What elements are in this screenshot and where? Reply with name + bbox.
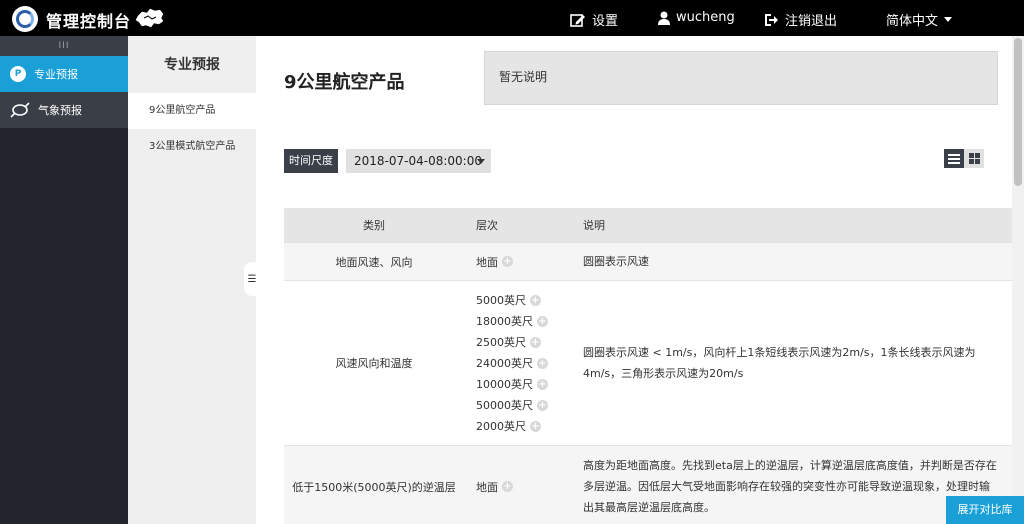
level-label: 24000英尺	[476, 357, 533, 370]
settings-link[interactable]: 设置	[570, 10, 618, 29]
username-label: wucheng	[676, 10, 735, 25]
row-category: 低于1500米(5000英尺)的逆温层	[292, 480, 456, 494]
grid-icon	[968, 153, 980, 164]
settings-label: 设置	[592, 14, 619, 29]
add-plus-icon[interactable]: +	[502, 481, 513, 492]
expand-compare-button[interactable]: 展开对比库	[946, 496, 1024, 524]
caret-down-icon	[944, 16, 953, 22]
level-label: 50000英尺	[476, 399, 533, 412]
page-title: 9公里航空产品	[284, 72, 405, 93]
add-plus-icon[interactable]: +	[537, 357, 548, 369]
add-plus-icon[interactable]: +	[530, 294, 541, 306]
row-description: 圆圈表示风速	[583, 255, 649, 268]
row-description: 圆圈表示风速 < 1m/s，风向杆上1条短线表示风速为2m/s，1条长线表示风速…	[583, 346, 976, 380]
level-label: 2000英尺	[476, 420, 526, 433]
logout-icon	[765, 13, 778, 26]
china-map-icon	[135, 8, 164, 28]
row-category: 地面风速、风向	[335, 255, 413, 269]
column-header-level: 层次	[476, 219, 498, 232]
grid-view-button[interactable]	[964, 149, 984, 168]
table-row: 风速风向和温度 5000英尺 + 18000英尺 + 2500英尺 + 24000英尺…	[284, 281, 1012, 446]
submenu-item-9km-aviation[interactable]: 9公里航空产品	[128, 93, 256, 129]
app-title: 管理控制台	[46, 12, 132, 31]
edit-icon	[570, 13, 585, 27]
level-item: 10000英尺 +	[476, 374, 571, 395]
table-header-row: 类别 层次 说明	[284, 208, 1012, 243]
level-item: 50000英尺 +	[476, 395, 571, 416]
sidebar-item-label: 专业预报	[34, 68, 78, 81]
level-item: 18000英尺 +	[476, 311, 571, 332]
description-text: 暂无说明	[499, 70, 548, 84]
logout-label: 注销退出	[785, 14, 838, 29]
row-levels: 5000英尺 + 18000英尺 + 2500英尺 + 24000英尺 + 10000英…	[464, 281, 571, 445]
p-badge-icon: P	[10, 66, 26, 82]
level-item: 5000英尺 +	[476, 290, 571, 311]
level-item: 2000英尺 +	[476, 416, 571, 437]
time-select[interactable]: 2018-07-04-08:00:00	[346, 149, 491, 173]
table-row: 地面风速、风向 地面 + 圆圈表示风速	[284, 243, 1012, 281]
list-icon	[948, 153, 960, 164]
time-select-value: 2018-07-04-08:00:00	[354, 154, 482, 168]
row-levels: 地面 +	[464, 446, 571, 524]
table-row: 低于1500米(5000英尺)的逆温层 地面 + 高度为距地面高度。先找到eta…	[284, 446, 1012, 524]
description-box: 暂无说明	[484, 51, 998, 105]
language-label: 简体中文	[886, 14, 939, 29]
level-label: 地面	[476, 480, 498, 494]
main-content: 9公里航空产品 暂无说明 时间尺度 2018-07-04-08:00:00 类别…	[256, 36, 1012, 524]
add-plus-icon[interactable]: +	[537, 315, 548, 327]
column-header-category: 类别	[363, 219, 385, 232]
add-plus-icon[interactable]: +	[502, 256, 513, 267]
top-bar: 管理控制台 设置 wucheng 注销退出 简体中文	[0, 0, 1024, 36]
level-item: 24000英尺 +	[476, 353, 571, 374]
sidebar-item-weather-forecast[interactable]: 气象预报	[0, 92, 128, 128]
level-label: 10000英尺	[476, 378, 533, 391]
logo-icon	[12, 6, 38, 32]
row-levels: 地面 +	[464, 243, 571, 280]
submenu-title: 专业预报	[164, 57, 220, 73]
caret-down-icon	[477, 159, 485, 164]
add-plus-icon[interactable]: +	[530, 420, 541, 432]
list-view-button[interactable]	[944, 149, 964, 168]
level-label: 18000英尺	[476, 315, 533, 328]
row-category: 风速风向和温度	[335, 357, 413, 370]
submenu-item-3km-aviation[interactable]: 3公里模式航空产品	[128, 129, 256, 165]
product-table: 类别 层次 说明 地面风速、风向 地面 + 圆圈表示风速 风速风向和温度 500…	[284, 208, 1012, 524]
typhoon-icon	[10, 102, 30, 118]
add-plus-icon[interactable]: +	[537, 399, 548, 411]
language-dropdown[interactable]: 简体中文	[886, 10, 953, 29]
logout-link[interactable]: 注销退出	[764, 10, 837, 29]
sidebar-collapse-handle[interactable]: III	[0, 36, 128, 56]
add-plus-icon[interactable]: +	[530, 336, 541, 348]
column-header-description: 说明	[583, 218, 605, 232]
sidebar-item-label: 气象预报	[38, 104, 82, 117]
level-label: 地面	[476, 255, 498, 269]
sidebar: III P 专业预报 气象预报	[0, 36, 128, 524]
level-label: 2500英尺	[476, 336, 526, 349]
add-plus-icon[interactable]: +	[537, 378, 548, 390]
user-icon	[658, 11, 670, 25]
sidebar-item-professional-forecast[interactable]: P 专业预报	[0, 56, 128, 92]
page-scrollbar[interactable]	[1012, 36, 1024, 524]
time-scale-label: 时间尺度	[284, 149, 338, 173]
submenu: 专业预报 9公里航空产品 3公里模式航空产品	[128, 36, 256, 524]
scrollbar-thumb[interactable]	[1014, 38, 1022, 186]
level-item: 2500英尺 +	[476, 332, 571, 353]
level-item: 地面 +	[476, 476, 571, 497]
level-label: 5000英尺	[476, 294, 526, 307]
user-menu[interactable]: wucheng	[658, 10, 735, 25]
level-item: 地面 +	[476, 251, 571, 272]
